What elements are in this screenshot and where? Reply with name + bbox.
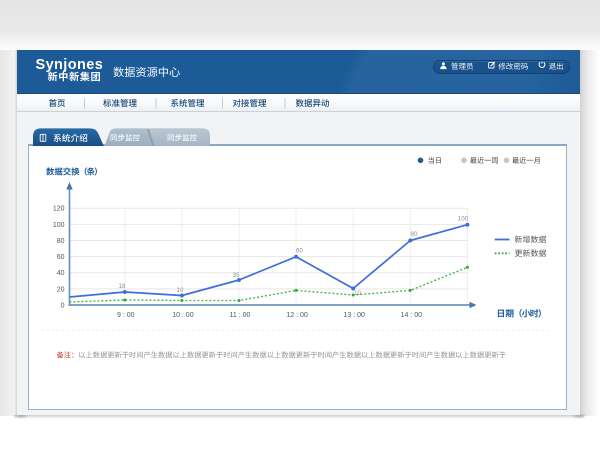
svg-text:40: 40 <box>57 270 65 277</box>
svg-text:80: 80 <box>411 231 418 238</box>
svg-text:13 : 00: 13 : 00 <box>343 312 365 319</box>
svg-text:0: 0 <box>61 302 65 309</box>
svg-text:60: 60 <box>57 254 65 261</box>
svg-text:Synjones: Synjones <box>36 57 104 73</box>
svg-text:11 : 00: 11 : 00 <box>230 312 251 319</box>
svg-text:80: 80 <box>57 238 65 245</box>
svg-text:20: 20 <box>57 286 65 293</box>
svg-text:12 : 00: 12 : 00 <box>286 312 308 319</box>
svg-text:100: 100 <box>53 222 65 229</box>
svg-text:10: 10 <box>177 287 184 294</box>
svg-text:9 : 00: 9 : 00 <box>117 312 135 319</box>
svg-text:18: 18 <box>119 283 126 290</box>
svg-text:35: 35 <box>233 272 240 279</box>
svg-text:10: 10 <box>354 290 361 297</box>
svg-text:100: 100 <box>458 215 469 222</box>
svg-text:120: 120 <box>53 206 65 213</box>
svg-text:10 : 00: 10 : 00 <box>172 312 194 319</box>
svg-text:60: 60 <box>296 248 303 255</box>
svg-text:14 : 00: 14 : 00 <box>401 312 423 319</box>
